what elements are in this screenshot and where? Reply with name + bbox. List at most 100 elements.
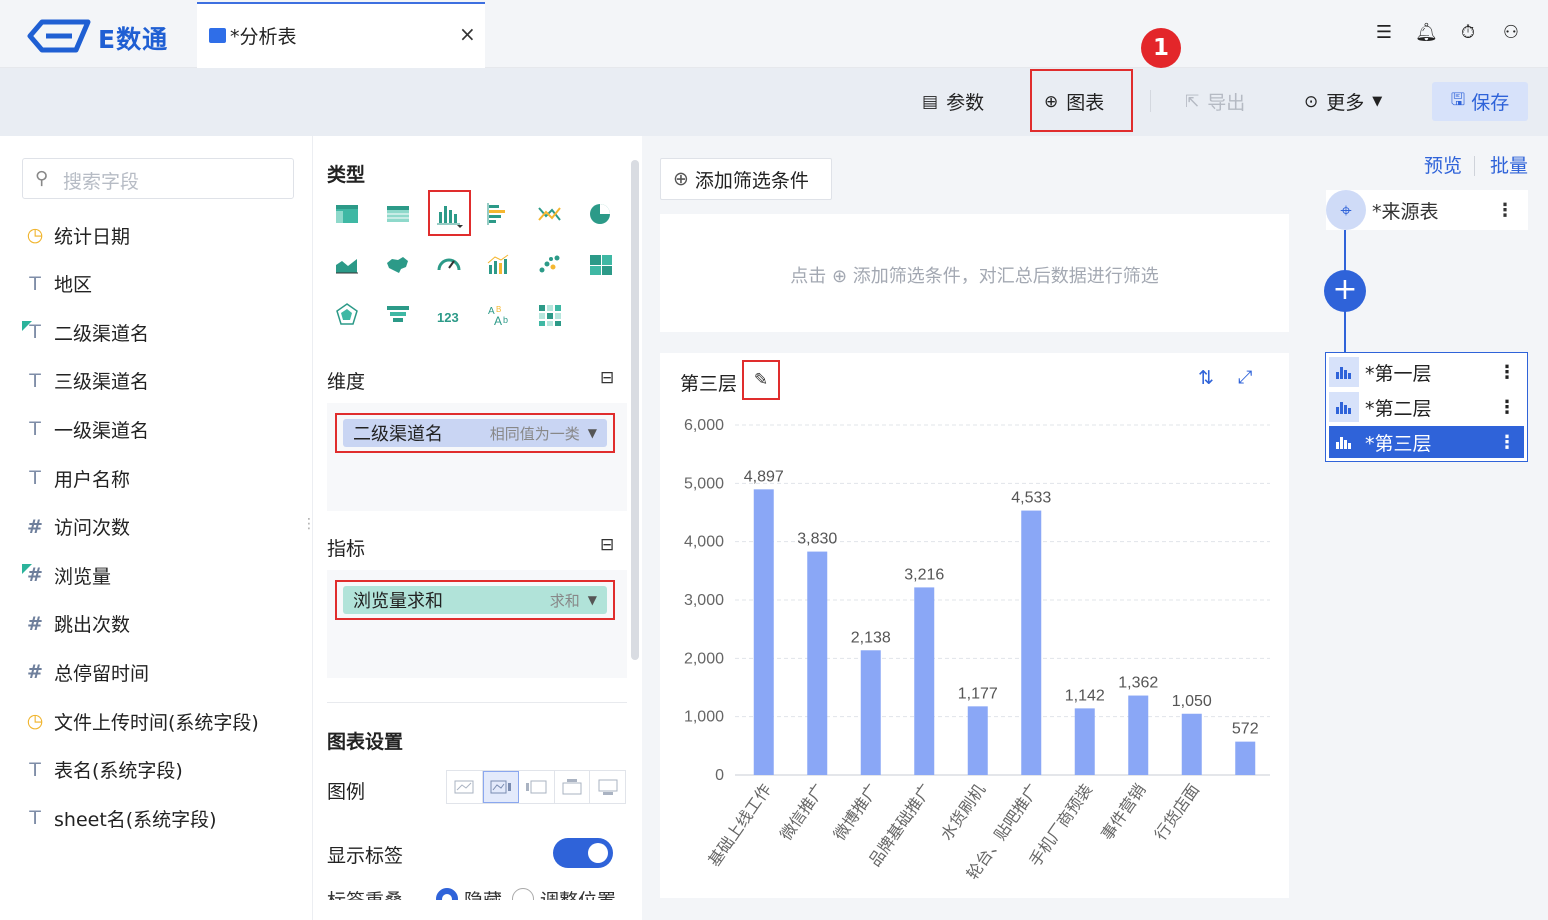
config-scrollbar[interactable] [631, 160, 639, 660]
label-overlap-label: 标签重叠 [327, 886, 403, 900]
dimension-pill-label: 二级渠道名 [353, 424, 443, 445]
kpi-number-icon[interactable]: 123 [432, 298, 466, 332]
search-placeholder: 搜索字段 [63, 171, 140, 193]
more-vertical-icon[interactable]: ⋮ [1496, 200, 1514, 221]
add-node-button[interactable]: + [1324, 270, 1366, 312]
caret-down-icon[interactable]: ▼ [588, 593, 597, 607]
layer-item[interactable]: *第二层 ⋮ [1329, 391, 1524, 423]
legend-top[interactable] [555, 771, 591, 803]
crosstab-icon[interactable] [381, 197, 415, 231]
funnel-icon[interactable] [381, 298, 415, 332]
scatter-icon[interactable] [533, 248, 567, 282]
more-button[interactable]: ⊙ 更多 ▼ [1304, 88, 1382, 115]
number-type-icon: # [22, 564, 48, 586]
toolbox-icon[interactable]: ⊟ [600, 535, 614, 555]
text-type-icon: T [29, 758, 41, 781]
radar-icon[interactable] [330, 298, 364, 332]
legend-options [446, 770, 626, 804]
table-icon[interactable] [330, 197, 364, 231]
close-icon[interactable]: × [459, 22, 476, 46]
svg-text:b: b [503, 315, 508, 325]
word-cloud-icon[interactable]: ABAb [482, 298, 516, 332]
search-input[interactable]: ⚲ 搜索字段 [22, 158, 294, 199]
legend-bottom[interactable] [590, 771, 625, 803]
field-item[interactable]: T 用户名称 [22, 463, 130, 493]
field-item[interactable]: T 二级渠道名 [22, 317, 149, 347]
dimension-pill[interactable]: 二级渠道名 相同值为一类 ▼ [343, 419, 607, 447]
field-item[interactable]: # 跳出次数 [22, 609, 130, 639]
legend-none[interactable] [447, 771, 483, 803]
pie-chart-icon[interactable] [584, 197, 618, 231]
caret-down-icon[interactable]: ▼ [588, 426, 597, 440]
heatmap-icon[interactable] [533, 298, 567, 332]
field-label: 用户名称 [54, 468, 131, 491]
search-icon: ⚲ [35, 168, 49, 189]
add-filter-button[interactable]: ⊕ 添加筛选条件 [660, 158, 832, 200]
source-node[interactable]: ⌖ *来源表 ⋮ [1326, 190, 1528, 230]
bar-chart: 0 1,000 2,000 3,000 4,000 5,000 6,000 4,897 3,83… [684, 417, 1270, 883]
toggle-knob [588, 843, 608, 863]
field-label: sheet名(系统字段) [54, 808, 217, 831]
add-circle-icon: ⊕ [673, 168, 689, 190]
params-button[interactable]: ▤ 参数 [922, 88, 984, 115]
more-vertical-icon[interactable]: ⋮ [1498, 432, 1516, 453]
field-item[interactable]: ◷ 文件上传时间(系统字段) [22, 706, 259, 736]
line-chart-icon[interactable] [533, 197, 567, 231]
dimension-dropzone[interactable]: 二级渠道名 相同值为一类 ▼ [327, 403, 627, 511]
svg-text:B: B [496, 305, 501, 314]
layer-item[interactable]: *第三层 ⋮ [1329, 426, 1524, 458]
legend-icon [526, 780, 547, 794]
y-tick-label: 3,000 [684, 592, 724, 609]
legend-right[interactable] [482, 771, 520, 803]
horizontal-bar-icon[interactable] [482, 197, 516, 231]
map-icon[interactable] [381, 248, 415, 282]
data-label: 4,533 [1011, 490, 1051, 507]
legend-left[interactable] [519, 771, 555, 803]
field-item[interactable]: ◷ 统计日期 [22, 220, 130, 250]
layer-item[interactable]: *第一层 ⋮ [1329, 356, 1524, 388]
field-label: 跳出次数 [54, 614, 131, 637]
x-tick-label: 水货刷机 [938, 781, 989, 844]
bar-chart-icon[interactable] [432, 197, 466, 231]
legend-icon [490, 780, 511, 794]
checklist-icon[interactable]: ☰ [1373, 22, 1395, 44]
field-item[interactable]: T 表名(系统字段) [22, 755, 183, 785]
treemap-icon[interactable] [584, 248, 618, 282]
field-item[interactable]: # 访问次数 [22, 512, 130, 542]
metric-pill[interactable]: 浏览量求和 求和 ▼ [343, 586, 607, 614]
field-item[interactable]: # 浏览量 [22, 560, 111, 590]
radio-hide[interactable] [436, 888, 458, 900]
number-type-icon: # [27, 612, 43, 635]
field-item[interactable]: T 三级渠道名 [22, 366, 149, 396]
field-item[interactable]: T 地区 [22, 269, 92, 299]
data-label: 2,138 [851, 629, 891, 646]
bar [1235, 741, 1256, 775]
y-tick-label: 4,000 [684, 534, 724, 551]
save-button[interactable]: 🖫 保存 [1432, 82, 1528, 121]
combo-chart-icon[interactable] [482, 248, 516, 282]
bar [1128, 695, 1149, 775]
timer-icon[interactable]: ⏱︎ [1457, 22, 1479, 44]
radio-adjust[interactable] [512, 888, 534, 900]
field-item[interactable]: Tsheet名(系统字段) [22, 803, 217, 833]
gauge-icon[interactable] [432, 248, 466, 282]
bell-icon[interactable]: 🔔︎ [1415, 22, 1438, 44]
preview-link[interactable]: 预览 [1424, 151, 1462, 178]
layer-label: *第三层 [1365, 432, 1432, 455]
more-vertical-icon[interactable]: ⋮ [1498, 397, 1516, 418]
field-item[interactable]: # 总停留时间 [22, 657, 149, 687]
tab-analysis[interactable]: *分析表 × [197, 2, 485, 68]
batch-link[interactable]: 批量 [1490, 151, 1528, 178]
area-chart-icon[interactable] [330, 248, 364, 282]
more-vertical-icon[interactable]: ⋮ [1498, 362, 1516, 383]
show-labels-toggle[interactable] [553, 838, 613, 868]
number-type-icon: # [27, 515, 43, 538]
export-label: 导出 [1207, 92, 1246, 114]
metric-dropzone[interactable]: 浏览量求和 求和 ▼ [327, 570, 627, 678]
field-item[interactable]: T 一级渠道名 [22, 414, 149, 444]
export-button[interactable]: ⇱ 导出 [1185, 88, 1245, 115]
user-icon[interactable]: ⚇ [1500, 22, 1522, 44]
toolbox-icon[interactable]: ⊟ [600, 368, 614, 388]
layer-label: *第二层 [1365, 397, 1432, 420]
text-type-icon: T [29, 369, 41, 392]
